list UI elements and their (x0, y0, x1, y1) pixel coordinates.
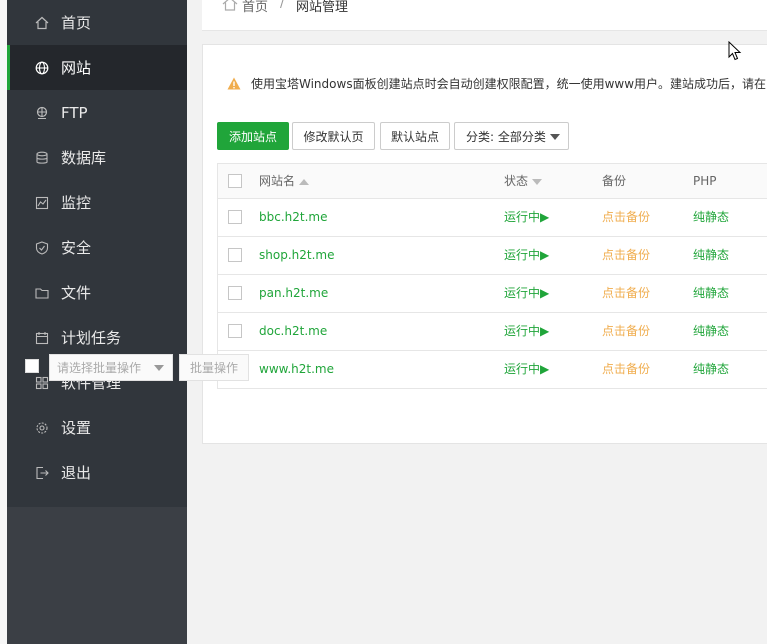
table-row: www.h2t.me 运行中▶ 点击备份 纯静态 (218, 351, 767, 389)
row-checkbox[interactable] (228, 210, 242, 224)
sidebar-item-database[interactable]: 数据库 (7, 135, 187, 180)
sidebar-item-label: 计划任务 (61, 329, 122, 347)
sidebar-item-label: 首页 (61, 14, 92, 32)
breadcrumb-home-icon (222, 0, 238, 15)
breadcrumb-current: 网站管理 (296, 0, 349, 15)
site-name-link[interactable]: bbc.h2t.me (259, 199, 327, 236)
sidebar-item-label: 设置 (61, 419, 92, 437)
site-status-toggle[interactable]: 运行中▶ (504, 275, 549, 312)
sidebar-item-label: 数据库 (61, 149, 107, 167)
category-select-label: 分类: 全部分类 (466, 129, 546, 144)
backup-link[interactable]: 点击备份 (602, 275, 650, 312)
php-version-link[interactable]: 纯静态 (693, 275, 729, 312)
backup-link[interactable]: 点击备份 (602, 351, 650, 388)
sidebar-item-website[interactable]: 网站 (7, 45, 187, 90)
sort-desc-icon (532, 178, 543, 185)
batch-checkbox[interactable] (25, 359, 39, 373)
header-backup: 备份 (602, 174, 627, 188)
site-name-link[interactable]: pan.h2t.me (259, 275, 328, 312)
header-status[interactable]: 状态 (504, 164, 543, 198)
batch-action-button[interactable]: 批量操作 (179, 354, 249, 381)
php-version-link[interactable]: 纯静态 (693, 351, 729, 388)
row-checkbox[interactable] (228, 324, 242, 338)
table-row: pan.h2t.me 运行中▶ 点击备份 纯静态 (218, 275, 767, 313)
table-row: shop.h2t.me 运行中▶ 点击备份 纯静态 (218, 237, 767, 275)
sidebar-item-monitor[interactable]: 监控 (7, 180, 187, 225)
site-name-link[interactable]: doc.h2t.me (259, 313, 327, 350)
site-status-toggle[interactable]: 运行中▶ (504, 313, 549, 350)
backup-link[interactable]: 点击备份 (602, 199, 650, 236)
chevron-down-icon (154, 365, 164, 371)
select-all-checkbox[interactable] (228, 174, 242, 188)
monitor-icon (35, 196, 49, 210)
gear-icon (35, 421, 49, 435)
home-icon (35, 16, 49, 30)
sidebar-item-home[interactable]: 首页 (7, 0, 187, 45)
sidebar-item-settings[interactable]: 设置 (7, 405, 187, 450)
sidebar: 首页 网站 FTP 数据库 监控 安全 文件 计划任务 软件管理 设置 退出 (7, 0, 187, 644)
sidebar-item-ftp[interactable]: FTP (7, 90, 187, 135)
batch-action-select[interactable]: 请选择批量操作 (49, 354, 173, 381)
logout-icon (35, 466, 49, 480)
calendar-icon (35, 331, 49, 345)
php-version-link[interactable]: 纯静态 (693, 237, 729, 274)
row-checkbox[interactable] (228, 286, 242, 300)
site-name-link[interactable]: www.h2t.me (259, 351, 334, 388)
add-site-button[interactable]: 添加站点 (217, 122, 289, 150)
notice-text: 使用宝塔Windows面板创建站点时会自动创建权限配置，统一使用www用户。建站… (251, 77, 767, 91)
backup-link[interactable]: 点击备份 (602, 313, 650, 350)
table-row: doc.h2t.me 运行中▶ 点击备份 纯静态 (218, 313, 767, 351)
row-checkbox[interactable] (228, 248, 242, 262)
site-panel: 使用宝塔Windows面板创建站点时会自动创建权限配置，统一使用www用户。建站… (202, 44, 767, 444)
sort-asc-icon (299, 178, 310, 185)
header-php: PHP (693, 174, 717, 188)
breadcrumb: 首页 / 网站管理 (202, 0, 767, 31)
sidebar-item-label: 监控 (61, 194, 92, 212)
sidebar-menu: 首页 网站 FTP 数据库 监控 安全 文件 计划任务 软件管理 设置 退出 (7, 0, 187, 507)
sidebar-item-files[interactable]: 文件 (7, 270, 187, 315)
globe-icon (35, 61, 49, 75)
sidebar-item-label: FTP (61, 103, 88, 122)
mouse-cursor-icon (728, 40, 742, 64)
breadcrumb-home-link[interactable]: 首页 (242, 0, 268, 15)
table-row: bbc.h2t.me 运行中▶ 点击备份 纯静态 (218, 199, 767, 237)
sidebar-item-label: 网站 (61, 59, 92, 77)
shield-icon (35, 240, 49, 255)
sidebar-item-label: 安全 (61, 239, 92, 257)
warning-icon (227, 77, 241, 93)
backup-link[interactable]: 点击备份 (602, 237, 650, 274)
site-status-toggle[interactable]: 运行中▶ (504, 237, 549, 274)
site-table: 网站名 状态 备份 PHP bbc.h2t.me 运行中▶ 点击备份 纯静态 s… (217, 163, 767, 389)
php-version-link[interactable]: 纯静态 (693, 313, 729, 350)
folder-icon (35, 286, 49, 300)
chevron-down-icon (550, 134, 560, 140)
category-select[interactable]: 分类: 全部分类 (454, 122, 569, 150)
sidebar-item-label: 文件 (61, 284, 92, 302)
modify-default-page-button[interactable]: 修改默认页 (292, 122, 375, 150)
site-status-toggle[interactable]: 运行中▶ (504, 199, 549, 236)
sidebar-item-logout[interactable]: 退出 (7, 450, 187, 495)
sidebar-item-label: 退出 (61, 464, 92, 482)
breadcrumb-separator: / (280, 0, 285, 11)
ftp-icon (35, 106, 49, 120)
left-edge (0, 0, 7, 644)
notice-banner: 使用宝塔Windows面板创建站点时会自动创建权限配置，统一使用www用户。建站… (227, 75, 767, 93)
site-status-toggle[interactable]: 运行中▶ (504, 351, 549, 388)
site-name-link[interactable]: shop.h2t.me (259, 237, 334, 274)
header-name[interactable]: 网站名 (259, 164, 310, 198)
grid-icon (35, 376, 49, 390)
batch-select-placeholder: 请选择批量操作 (57, 361, 142, 375)
php-version-link[interactable]: 纯静态 (693, 199, 729, 236)
default-site-button[interactable]: 默认站点 (380, 122, 450, 150)
database-icon (35, 151, 49, 165)
sidebar-item-security[interactable]: 安全 (7, 225, 187, 270)
table-header: 网站名 状态 备份 PHP (218, 164, 767, 199)
